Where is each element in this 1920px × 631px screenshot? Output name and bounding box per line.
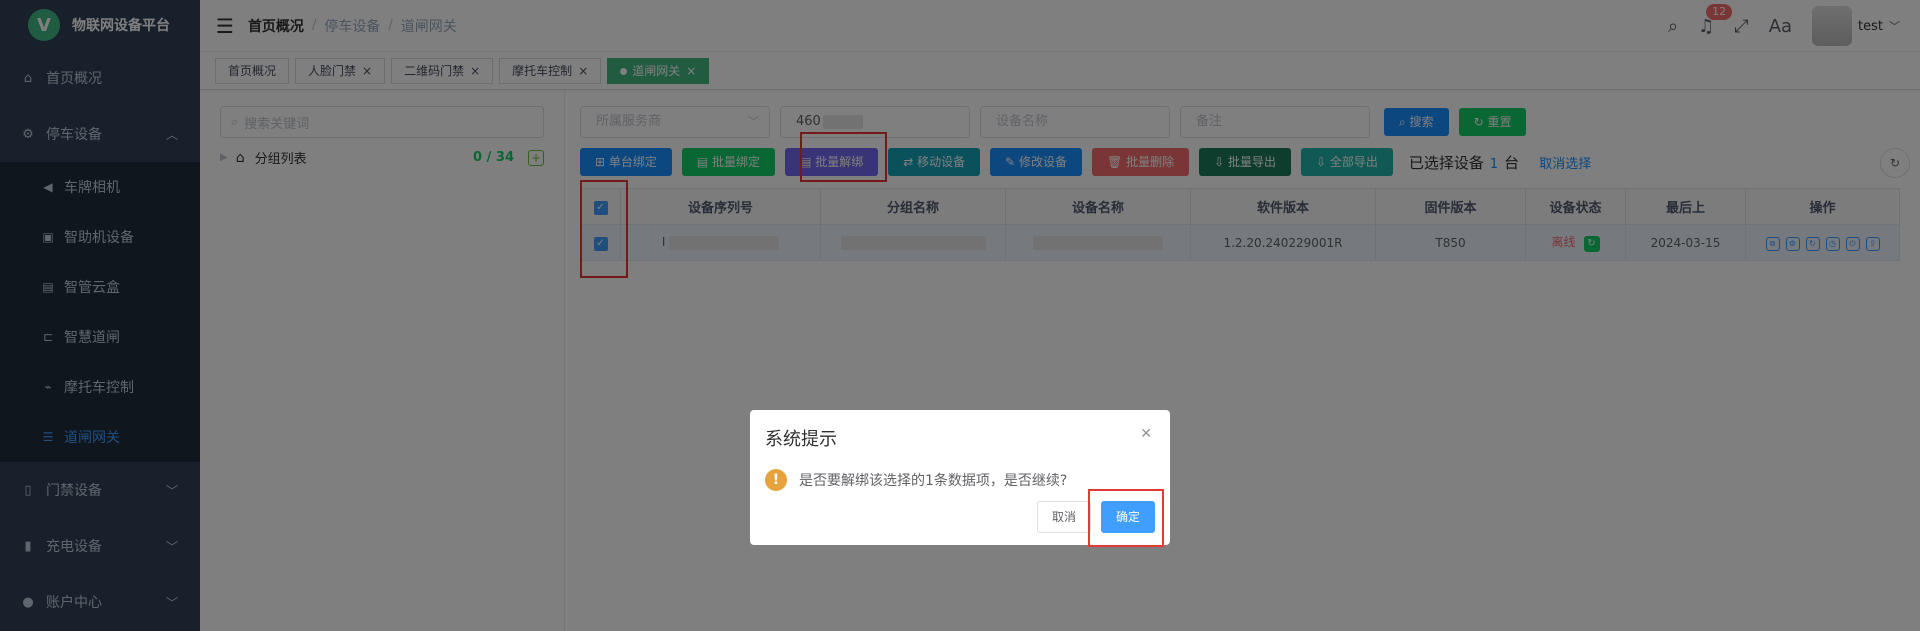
highlight-box-confirm [1088,489,1164,547]
warning-icon: ! [765,469,787,491]
close-icon[interactable]: ✕ [1140,426,1152,442]
dialog-message-row: ! 是否要解绑该选择的1条数据项，是否继续? [765,469,1155,491]
cancel-button[interactable]: 取消 [1036,501,1091,533]
dialog-message: 是否要解绑该选择的1条数据项，是否继续? [799,473,1068,489]
dialog-title: 系统提示 [765,429,837,450]
